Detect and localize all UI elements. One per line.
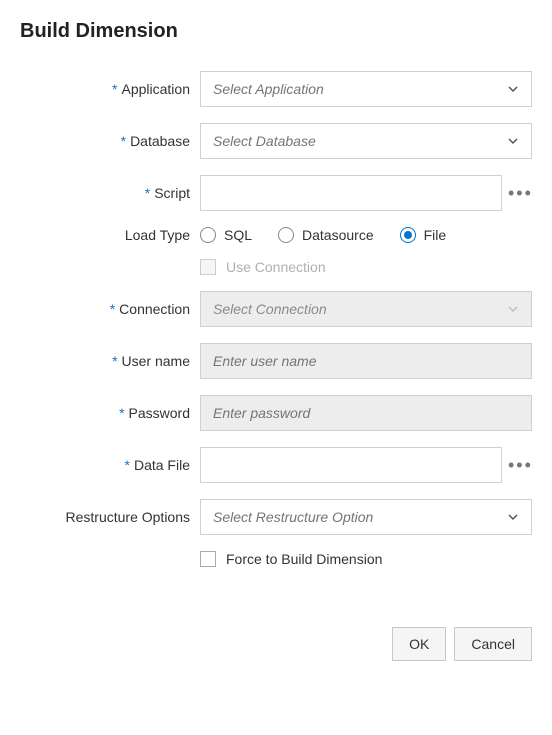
radio-icon bbox=[278, 227, 294, 243]
radio-checked-icon bbox=[400, 227, 416, 243]
ellipsis-icon: ••• bbox=[508, 455, 533, 475]
database-select[interactable]: Select Database bbox=[200, 123, 532, 159]
chevron-down-icon bbox=[507, 83, 519, 95]
radio-icon bbox=[200, 227, 216, 243]
password-input[interactable] bbox=[200, 395, 532, 431]
script-input[interactable] bbox=[200, 175, 502, 211]
chevron-down-icon bbox=[507, 511, 519, 523]
load-type-datasource-radio[interactable]: Datasource bbox=[278, 227, 374, 243]
checkbox-icon bbox=[200, 551, 216, 567]
build-dimension-form: *Application Select Application *Databas… bbox=[20, 71, 532, 567]
chevron-down-icon bbox=[507, 303, 519, 315]
script-browse-button[interactable]: ••• bbox=[508, 183, 532, 204]
restructure-label: Restructure Options bbox=[20, 509, 200, 525]
load-type-sql-radio[interactable]: SQL bbox=[200, 227, 252, 243]
password-label: *Password bbox=[20, 405, 200, 421]
page-title: Build Dimension bbox=[20, 20, 532, 43]
data-file-input[interactable] bbox=[200, 447, 502, 483]
connection-select: Select Connection bbox=[200, 291, 532, 327]
use-connection-checkbox: Use Connection bbox=[200, 259, 326, 275]
load-type-label: Load Type bbox=[20, 227, 200, 243]
database-label: *Database bbox=[20, 133, 200, 149]
application-label: *Application bbox=[20, 81, 200, 97]
load-type-file-radio[interactable]: File bbox=[400, 227, 447, 243]
cancel-button[interactable]: Cancel bbox=[454, 627, 532, 661]
load-type-radio-group: SQL Datasource File bbox=[200, 227, 446, 243]
connection-label: *Connection bbox=[20, 301, 200, 317]
checkbox-icon bbox=[200, 259, 216, 275]
force-build-checkbox[interactable]: Force to Build Dimension bbox=[200, 551, 382, 567]
script-label: *Script bbox=[20, 185, 200, 201]
ellipsis-icon: ••• bbox=[508, 183, 533, 203]
ok-button[interactable]: OK bbox=[392, 627, 446, 661]
data-file-label: *Data File bbox=[20, 457, 200, 473]
data-file-browse-button[interactable]: ••• bbox=[508, 455, 532, 476]
chevron-down-icon bbox=[507, 135, 519, 147]
restructure-select[interactable]: Select Restructure Option bbox=[200, 499, 532, 535]
application-select[interactable]: Select Application bbox=[200, 71, 532, 107]
user-name-label: *User name bbox=[20, 353, 200, 369]
dialog-footer: OK Cancel bbox=[20, 627, 532, 661]
user-name-input[interactable] bbox=[200, 343, 532, 379]
